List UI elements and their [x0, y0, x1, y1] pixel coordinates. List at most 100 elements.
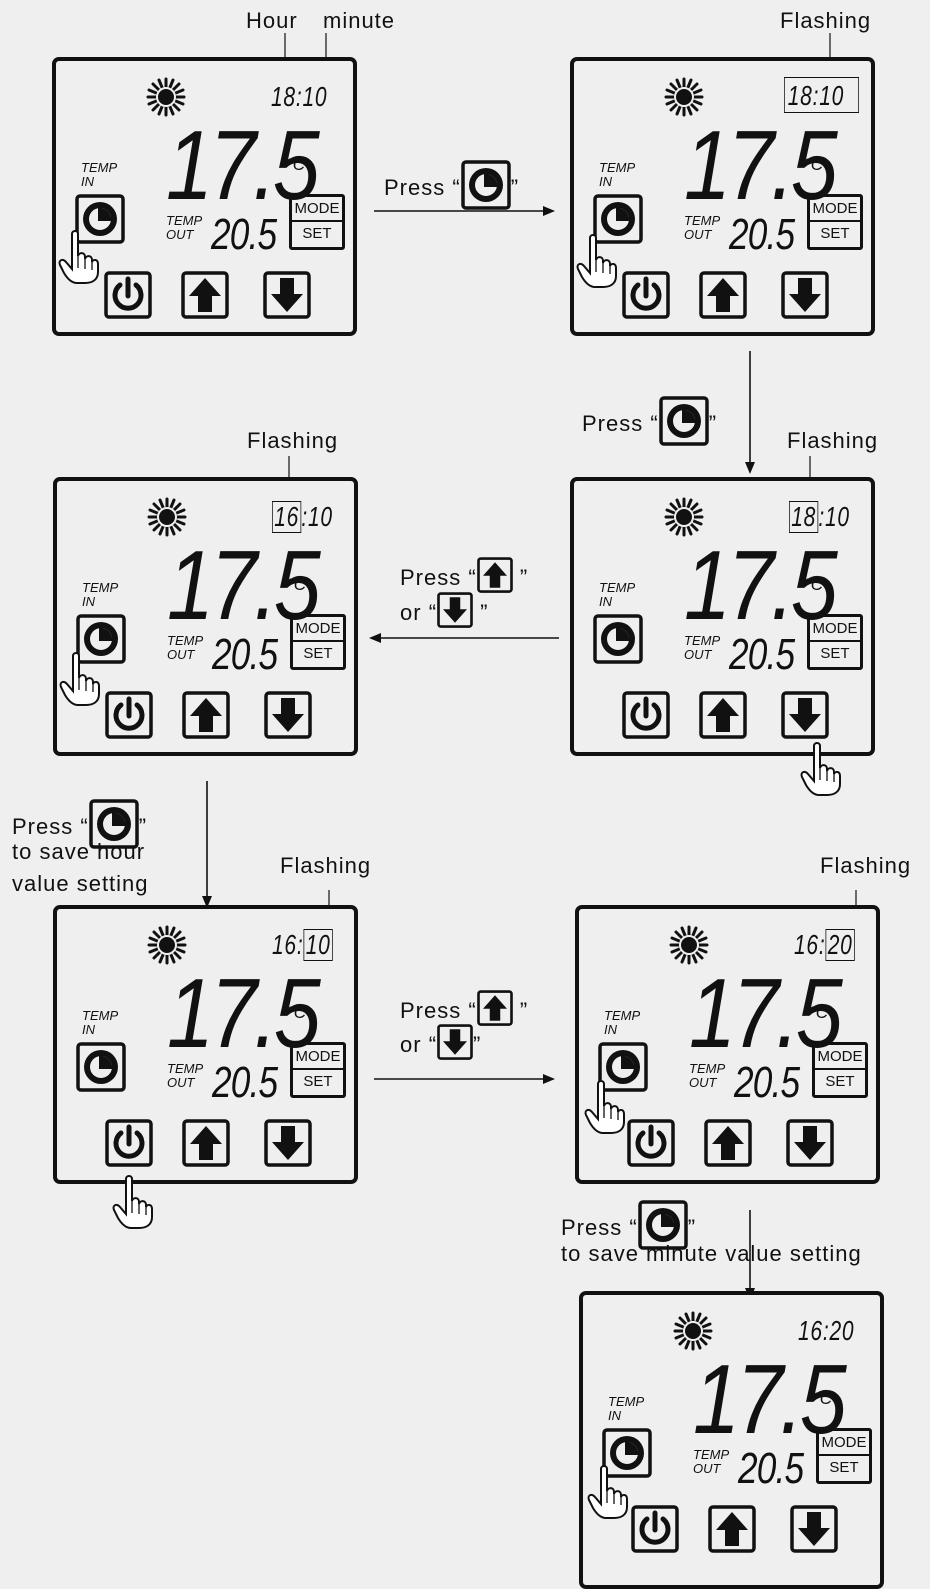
power-button[interactable] [105, 691, 153, 739]
up-button[interactable] [181, 271, 229, 319]
temp-out-line2: OUT [684, 647, 712, 662]
down-button[interactable] [781, 271, 829, 319]
temp-in-label: TEMP IN [604, 1009, 640, 1037]
temp-out-label: TEMP OUT [684, 634, 720, 662]
set-label: SET [302, 225, 332, 242]
temp-out-line2: OUT [684, 227, 712, 242]
close-quote: ” [510, 174, 520, 200]
mode-label: MODE [810, 197, 860, 222]
up-arrow-icon [476, 990, 513, 1026]
up-button[interactable] [699, 271, 747, 319]
mode-set-button[interactable]: MODE SET [289, 194, 345, 250]
power-button[interactable] [622, 691, 670, 739]
temp-in-line2: IN [604, 1022, 617, 1037]
temp-in-label: TEMP IN [82, 581, 118, 609]
temp-in-line1: TEMP [82, 580, 119, 595]
temp-in-line2: IN [599, 174, 612, 189]
open-quote: “ [452, 174, 461, 200]
temp-in-line2: IN [599, 594, 612, 609]
mode-label: MODE [815, 1045, 865, 1070]
close-quote: ” [708, 410, 718, 436]
mode-set-button[interactable]: MODE SET [807, 194, 863, 250]
mode-set-button[interactable]: MODE SET [812, 1042, 868, 1098]
open-quote: “ [468, 998, 477, 1023]
up-button[interactable] [182, 691, 230, 739]
temp-out-line2: OUT [167, 1075, 195, 1090]
flashing-label: Flashing [280, 853, 372, 878]
temp-in-line1: TEMP [608, 1394, 645, 1409]
down-button[interactable] [263, 271, 311, 319]
down-button[interactable] [264, 1119, 312, 1167]
clock-hour: 18 [787, 80, 813, 111]
minute-label: minute [323, 8, 396, 33]
set-label: SET [829, 1459, 859, 1476]
up-button[interactable] [708, 1505, 756, 1553]
flashing-label: Flashing [247, 428, 339, 453]
hour-label: Hour [246, 8, 298, 33]
celsius-unit: °C [287, 575, 307, 594]
clock-colon: : [818, 929, 826, 960]
thermostat-display-panel: 16:10 17.5 °C TEMP IN TEMP OUT 20.5 MODE SE… [53, 905, 358, 1184]
temp-out-label: TEMP OUT [167, 1062, 203, 1090]
power-button[interactable] [105, 1119, 153, 1167]
mode-label: MODE [819, 1431, 869, 1456]
clock-hour: 16 [794, 929, 819, 960]
pointing-hand-icon [584, 1080, 625, 1134]
outdoor-temperature: 20.5 [729, 630, 795, 679]
clock-icon [658, 396, 709, 446]
flashing-label: Flashing [787, 428, 879, 453]
open-quote: “ [468, 565, 477, 590]
thermostat-display-panel: 16:10 17.5 °C TEMP IN TEMP OUT 20.5 MODE SE… [53, 477, 358, 756]
clock-button[interactable] [593, 614, 643, 664]
power-button[interactable] [631, 1505, 679, 1553]
temp-in-label: TEMP IN [599, 161, 635, 189]
celsius-unit: °C [813, 1389, 833, 1408]
down-button[interactable] [264, 691, 312, 739]
temp-in-line2: IN [608, 1408, 621, 1423]
up-button[interactable] [699, 691, 747, 739]
thermostat-display-panel: 18:10 17.5 °C TEMP IN TEMP OUT 20.5 MODE SE… [570, 57, 875, 336]
temp-in-line1: TEMP [82, 1008, 119, 1023]
temp-out-line2: OUT [166, 227, 194, 242]
celsius-unit: °C [286, 155, 306, 174]
clock-colon: : [296, 929, 304, 960]
power-button[interactable] [104, 271, 152, 319]
up-button[interactable] [182, 1119, 230, 1167]
temp-in-line1: TEMP [599, 160, 636, 175]
temp-out-line1: TEMP [167, 1061, 204, 1076]
temp-in-line1: TEMP [599, 580, 636, 595]
outdoor-temperature: 20.5 [212, 1058, 278, 1107]
set-label: SET [303, 645, 333, 662]
mode-set-button[interactable]: MODE SET [807, 614, 863, 670]
celsius-unit: °C [804, 155, 824, 174]
mode-label: MODE [810, 617, 860, 642]
clock-hour: 18 [271, 81, 296, 112]
instruction-press-clock: Press “ ” [582, 396, 718, 450]
mode-set-button[interactable]: MODE SET [290, 1042, 346, 1098]
temp-out-line1: TEMP [684, 633, 721, 648]
set-label: SET [825, 1073, 855, 1090]
celsius-unit: °C [287, 1003, 307, 1022]
up-button[interactable] [704, 1119, 752, 1167]
mode-set-button[interactable]: MODE SET [816, 1428, 872, 1484]
mode-set-button[interactable]: MODE SET [290, 614, 346, 670]
set-label: SET [303, 1073, 333, 1090]
down-button[interactable] [781, 691, 829, 739]
temp-out-line1: TEMP [167, 633, 204, 648]
set-label: SET [820, 225, 850, 242]
temp-in-line2: IN [82, 594, 95, 609]
flashing-label: Flashing [780, 8, 872, 33]
clock-minute: 10 [824, 501, 850, 532]
power-button[interactable] [622, 271, 670, 319]
clock-minute-flashing: 20 [825, 929, 855, 961]
down-button[interactable] [790, 1505, 838, 1553]
instruction-or-down: or “ ” [400, 592, 488, 632]
clock-button[interactable] [76, 1042, 126, 1092]
close-quote: ” [519, 565, 529, 590]
temp-in-line2: IN [82, 1022, 95, 1037]
temp-out-line1: TEMP [693, 1447, 730, 1462]
temp-out-line1: TEMP [166, 213, 203, 228]
down-button[interactable] [786, 1119, 834, 1167]
press-text: Press [400, 998, 462, 1023]
power-button[interactable] [627, 1119, 675, 1167]
